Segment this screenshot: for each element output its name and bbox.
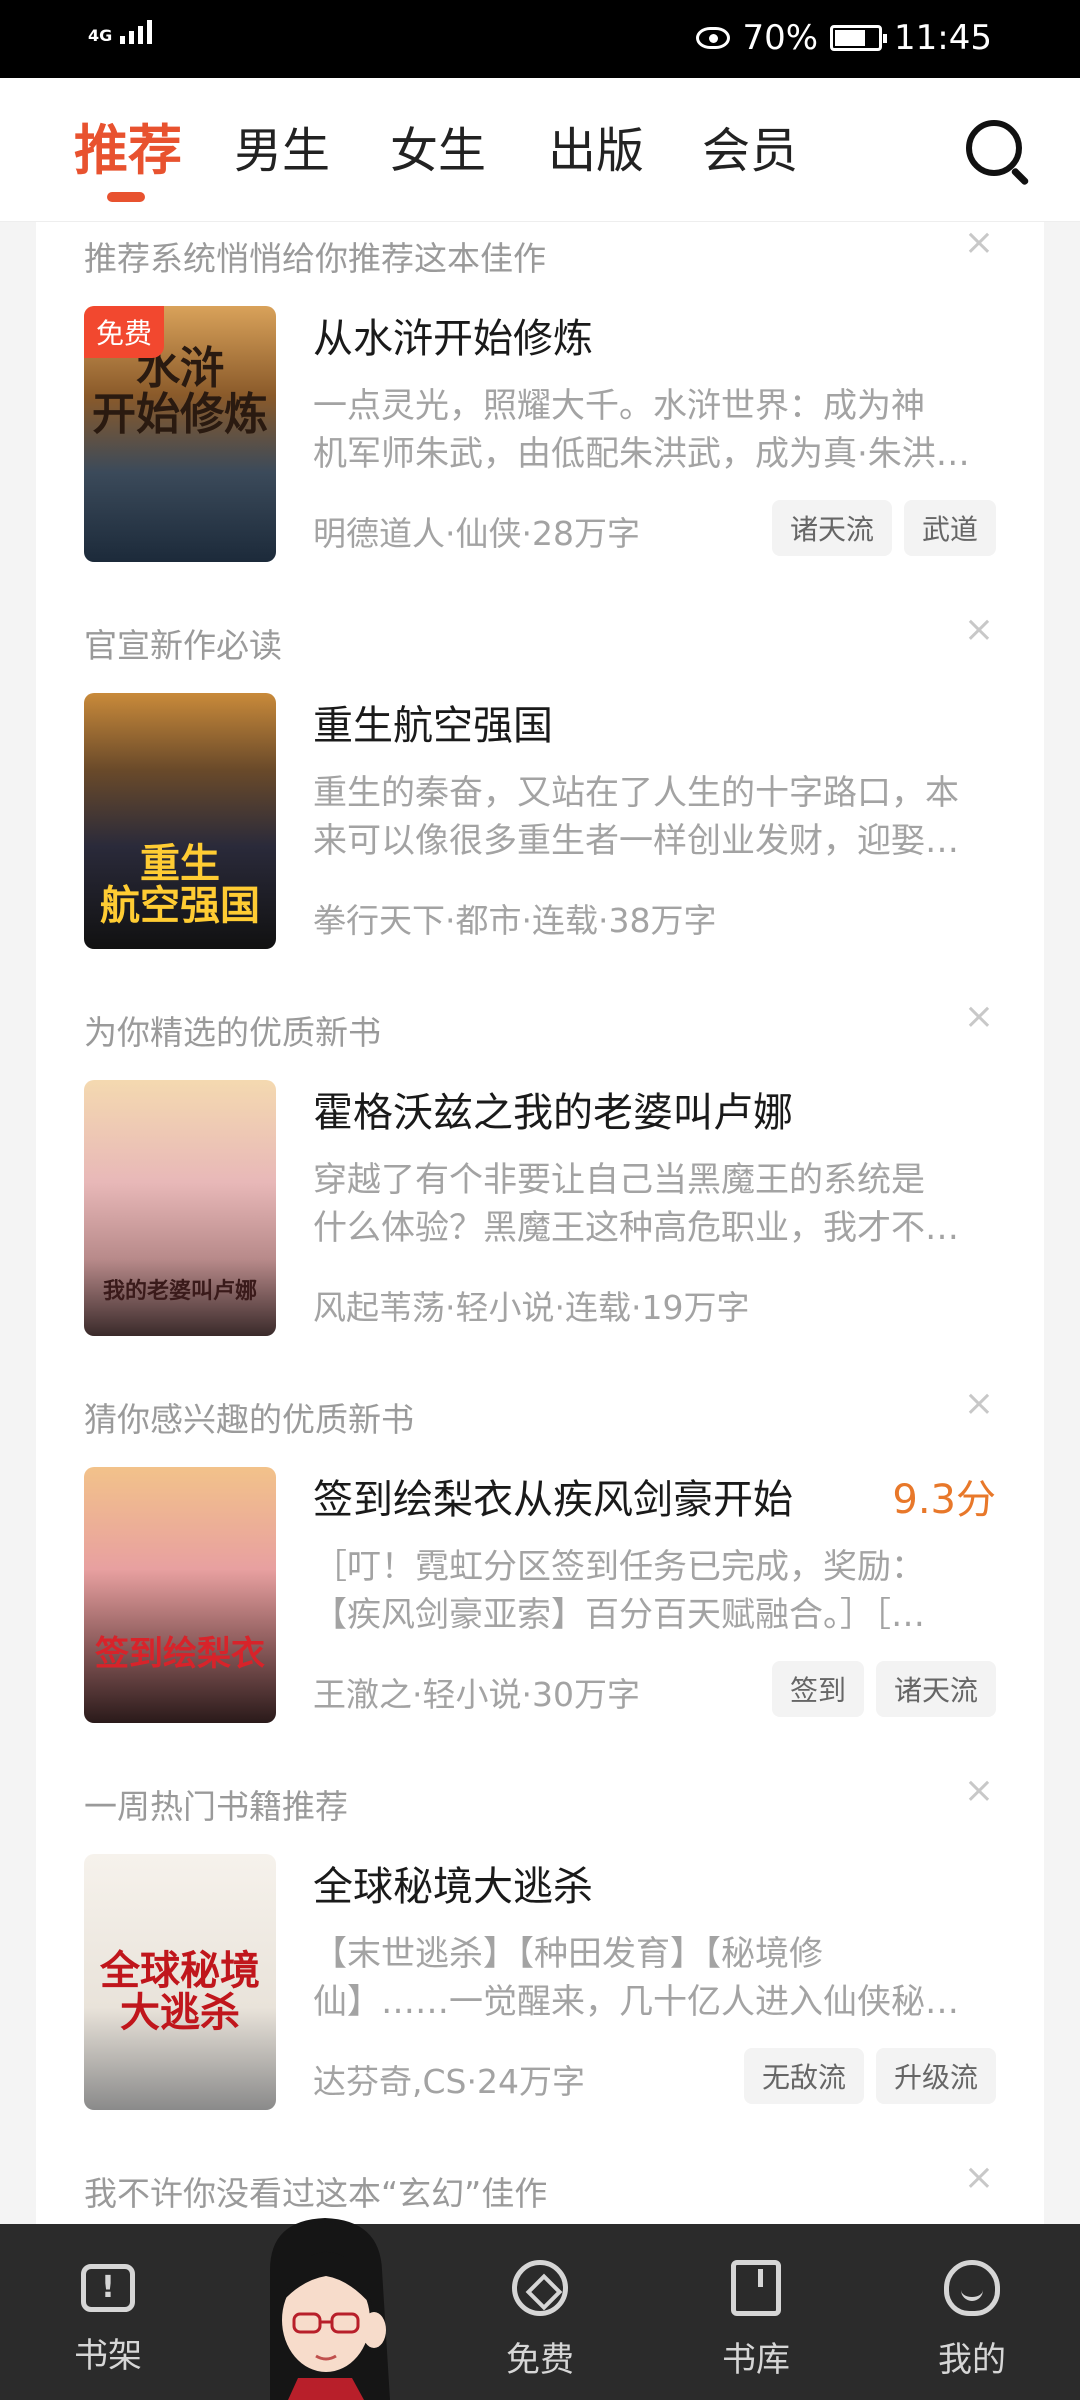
- list-item[interactable]: 推荐系统悄悄给你推荐这本佳作 × 水浒 开始修炼 免费 从水浒开始修炼 一点灵光…: [36, 222, 1044, 609]
- tab-female[interactable]: 女生: [390, 116, 486, 186]
- list-item[interactable]: 猜你感兴趣的优质新书 × 签到绘梨衣 签到绘梨衣从疾风剑豪开始 9.3分 ［叮！…: [36, 1383, 1044, 1770]
- profile-icon: [944, 2260, 1000, 2316]
- active-tab-indicator: [107, 192, 145, 202]
- eye-comfort-icon: [696, 27, 731, 49]
- library-icon: [731, 2260, 781, 2316]
- tag-list: 诸天流 武道: [771, 500, 996, 556]
- section-label: 一周热门书籍推荐: [84, 1787, 348, 1826]
- nav-label: 书架: [74, 2336, 142, 2376]
- top-nav: 推荐 男生 女生 出版 会员: [0, 78, 1080, 222]
- book-description: 一点灵光，照耀大千。水浒世界：成为神 机军师朱武，由低配朱洪武，成为真·朱洪…: [313, 386, 970, 474]
- book-cover[interactable]: 全球秘境 大逃杀: [84, 1854, 276, 2110]
- nav-label: 书库: [722, 2340, 790, 2380]
- cover-text: 全球秘境 大逃杀: [100, 1947, 260, 2036]
- network-type: 4G: [88, 26, 113, 45]
- close-icon[interactable]: ×: [964, 996, 994, 1037]
- tag-list: 无敌流 升级流: [743, 2048, 996, 2104]
- section-label: 推荐系统悄悄给你推荐这本佳作: [84, 239, 546, 278]
- section-label: 我不许你没看过这本“玄幻”佳作: [84, 2174, 548, 2213]
- tab-publish[interactable]: 出版: [548, 116, 644, 186]
- book-title[interactable]: 全球秘境大逃杀: [313, 1854, 593, 1912]
- tag-list: 签到 诸天流: [771, 1661, 996, 1717]
- tag[interactable]: 诸天流: [875, 1661, 996, 1717]
- app-screen: 4G 70% 11:45 推荐 男生 女生 出版 会员 推荐系统悄悄给你推荐这本…: [0, 0, 1080, 2400]
- book-title[interactable]: 从水浒开始修炼: [313, 306, 593, 364]
- bookshelf-icon: [81, 2264, 135, 2312]
- tab-member[interactable]: 会员: [702, 116, 798, 186]
- mascot-character[interactable]: [240, 2210, 410, 2400]
- book-description: 重生的秦奋，又站在了人生的十字路口，本 来可以像很多重生者一样创业发财，迎娶…: [313, 773, 959, 861]
- section-label: 猜你感兴趣的优质新书: [84, 1400, 414, 1439]
- cover-text: 重生 航空强国: [100, 840, 260, 929]
- book-cover[interactable]: 水浒 开始修炼 免费: [84, 306, 276, 562]
- battery-percent: 70%: [742, 18, 819, 58]
- book-title[interactable]: 重生航空强国: [313, 693, 553, 751]
- nav-free[interactable]: 免费: [480, 2260, 600, 2381]
- book-meta: 王澈之·轻小说·30万字: [313, 1675, 640, 1714]
- book-meta: 风起苇荡·轻小说·连载·19万字: [313, 1288, 750, 1327]
- tag[interactable]: 升级流: [875, 2048, 996, 2104]
- clock: 11:45: [894, 18, 992, 58]
- list-item[interactable]: 我不许你没看过这本“玄幻”佳作 ×: [36, 2157, 1044, 2224]
- list-item[interactable]: 官宣新作必读 × 重生 航空强国 重生航空强国 重生的秦奋，又站在了人生的十字路…: [36, 609, 1044, 996]
- book-meta: 拳行天下·都市·连载·38万字: [313, 901, 717, 940]
- book-description: 【末世逃杀】【种田发育】【秘境修 仙】……一觉醒来，几十亿人进入仙侠秘…: [313, 1934, 959, 2022]
- free-icon: [512, 2260, 568, 2316]
- tag[interactable]: 武道: [903, 500, 996, 556]
- signal-icon: 4G: [88, 20, 153, 45]
- tag[interactable]: 签到: [771, 1661, 864, 1717]
- book-description: ［叮！霓虹分区签到任务已完成，奖励： 【疾风剑豪亚索】百分百天赋融合。］［…: [313, 1547, 925, 1635]
- book-cover[interactable]: 签到绘梨衣: [84, 1467, 276, 1723]
- search-icon[interactable]: [966, 120, 1022, 176]
- cover-text: 签到绘梨衣: [95, 1634, 265, 1674]
- close-icon[interactable]: ×: [964, 1383, 994, 1424]
- battery-icon: [830, 25, 888, 51]
- tab-recommend[interactable]: 推荐: [74, 116, 182, 186]
- book-title[interactable]: 霍格沃兹之我的老婆叫卢娜: [313, 1080, 793, 1138]
- cover-text: 我的老婆叫卢娜: [102, 1278, 257, 1304]
- close-icon[interactable]: ×: [964, 609, 994, 650]
- book-meta: 达芬奇,CS·24万字: [313, 2062, 585, 2101]
- free-badge: 免费: [84, 306, 165, 358]
- nav-library[interactable]: 书库: [696, 2260, 816, 2381]
- list-item[interactable]: 为你精选的优质新书 × 我的老婆叫卢娜 霍格沃兹之我的老婆叫卢娜 穿越了有个非要…: [36, 996, 1044, 1383]
- close-icon[interactable]: ×: [964, 222, 994, 263]
- close-icon[interactable]: ×: [964, 1770, 994, 1811]
- section-label: 为你精选的优质新书: [84, 1013, 381, 1052]
- nav-label: 我的: [938, 2340, 1006, 2380]
- cover-text: 水浒 开始修炼: [92, 343, 268, 441]
- book-cover[interactable]: 重生 航空强国: [84, 693, 276, 949]
- book-cover[interactable]: 我的老婆叫卢娜: [84, 1080, 276, 1336]
- recommendation-feed[interactable]: 推荐系统悄悄给你推荐这本佳作 × 水浒 开始修炼 免费 从水浒开始修炼 一点灵光…: [36, 222, 1044, 2224]
- tag[interactable]: 诸天流: [771, 500, 892, 556]
- bottom-nav: 书架 免费 书库 我的: [0, 2224, 1080, 2400]
- status-bar: 4G 70% 11:45: [0, 0, 1080, 78]
- section-label: 官宣新作必读: [84, 626, 282, 665]
- book-description: 穿越了有个非要让自己当黑魔王的系统是 什么体验？黑魔王这种高危职业，我才不…: [313, 1160, 959, 1248]
- nav-bookshelf[interactable]: 书架: [48, 2260, 168, 2377]
- book-score: 9.3分: [892, 1477, 996, 1523]
- tab-male[interactable]: 男生: [234, 116, 330, 186]
- nav-label: 免费: [506, 2340, 574, 2380]
- book-title[interactable]: 签到绘梨衣从疾风剑豪开始: [313, 1467, 793, 1525]
- tag[interactable]: 无敌流: [743, 2048, 864, 2104]
- nav-profile[interactable]: 我的: [912, 2260, 1032, 2381]
- book-meta: 明德道人·仙侠·28万字: [313, 514, 640, 553]
- list-item[interactable]: 一周热门书籍推荐 × 全球秘境 大逃杀 全球秘境大逃杀 【末世逃杀】【种田发育】…: [36, 1770, 1044, 2157]
- close-icon[interactable]: ×: [964, 2157, 994, 2198]
